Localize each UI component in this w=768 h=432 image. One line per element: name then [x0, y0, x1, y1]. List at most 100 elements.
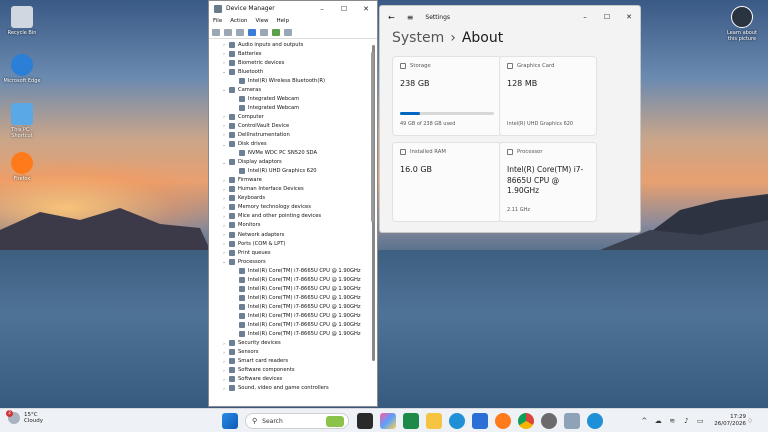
chrome-icon[interactable] — [518, 413, 534, 429]
device-category[interactable]: › Mice and other pointing devices — [209, 212, 369, 221]
wifi-icon[interactable]: ≋ — [668, 417, 676, 425]
menu-help[interactable]: Help — [277, 18, 290, 24]
device-item[interactable]: Intel(R) Core(TM) i7-8665U CPU @ 1.90GHz — [209, 275, 369, 284]
desktop-icon-learn-picture[interactable]: Learn about this picture — [722, 6, 762, 42]
task-view-icon[interactable] — [357, 413, 373, 429]
device-category[interactable]: › Sound, video and game controllers — [209, 384, 369, 393]
notifications-bell-icon[interactable]: ♢ — [746, 417, 754, 425]
device-item[interactable]: NVMe WDC PC SN520 SDA — [209, 149, 369, 158]
chevron-right-icon[interactable]: › — [221, 359, 227, 364]
help-icon[interactable] — [260, 28, 268, 36]
device-category[interactable]: › DellInstrumentation — [209, 130, 369, 139]
device-category[interactable]: › Audio inputs and outputs — [209, 40, 369, 49]
chevron-up-icon[interactable]: ^ — [640, 417, 648, 425]
device-item[interactable]: Intel(R) Wireless Bluetooth(R) — [209, 76, 369, 85]
device-manager-titlebar[interactable]: Device Manager – ☐ ✕ — [209, 1, 377, 16]
show-hide-console-tree-icon[interactable] — [236, 28, 244, 36]
device-item[interactable]: Intel(R) Core(TM) i7-8665U CPU @ 1.90GHz — [209, 266, 369, 275]
device-category[interactable]: › Computer — [209, 112, 369, 121]
device-category[interactable]: › Memory technology devices — [209, 203, 369, 212]
device-category[interactable]: › Print queues — [209, 248, 369, 257]
chevron-right-icon[interactable]: › — [221, 123, 227, 128]
chevron-right-icon[interactable]: › — [221, 51, 227, 56]
properties-icon[interactable] — [248, 28, 256, 36]
chevron-right-icon[interactable]: › — [221, 196, 227, 201]
device-category[interactable]: › Software devices — [209, 375, 369, 384]
device-category[interactable]: › Smart card readers — [209, 357, 369, 366]
device-category[interactable]: › Batteries — [209, 49, 369, 58]
menu-view[interactable]: View — [255, 18, 268, 24]
chevron-down-icon[interactable]: ⌄ — [221, 142, 227, 147]
maximize-button[interactable]: ☐ — [333, 5, 355, 13]
breadcrumb-system[interactable]: System — [392, 30, 444, 46]
chevron-down-icon[interactable]: ⌄ — [221, 69, 227, 74]
device-manager-window[interactable]: Device Manager – ☐ ✕ File Action View He… — [208, 0, 378, 407]
device-item[interactable]: Intel(R) Core(TM) i7-8665U CPU @ 1.90GHz — [209, 284, 369, 293]
desktop-icon-firefox[interactable]: Firefox — [2, 152, 42, 182]
device-manager-icon[interactable] — [564, 413, 580, 429]
minimize-button[interactable]: – — [311, 5, 333, 13]
chevron-right-icon[interactable]: › — [221, 205, 227, 210]
chevron-right-icon[interactable]: › — [221, 214, 227, 219]
device-category[interactable]: ⌄ Bluetooth — [209, 67, 369, 76]
device-category[interactable]: ⌄ Disk drives — [209, 140, 369, 149]
device-item[interactable]: Intel(R) Core(TM) i7-8665U CPU @ 1.90GHz — [209, 293, 369, 302]
processor-card[interactable]: Processor Intel(R) Core(TM) i7-8665U CPU… — [499, 142, 597, 222]
settings-gear-icon[interactable] — [541, 413, 557, 429]
device-category[interactable]: › Ports (COM & LPT) — [209, 239, 369, 248]
chevron-right-icon[interactable]: › — [221, 114, 227, 119]
chevron-right-icon[interactable]: › — [221, 132, 227, 137]
onedrive-icon[interactable]: ☁ — [654, 417, 662, 425]
device-category[interactable]: › Monitors — [209, 221, 369, 230]
chevron-right-icon[interactable]: › — [221, 187, 227, 192]
device-category[interactable]: ⌄ Cameras — [209, 85, 369, 94]
forward-arrow-icon[interactable] — [224, 28, 232, 36]
graphics-card[interactable]: Graphics Card 128 MB Intel(R) UHD Graphi… — [499, 56, 597, 136]
device-category[interactable]: › Keyboards — [209, 194, 369, 203]
maximize-button[interactable]: ☐ — [596, 13, 618, 21]
search-input[interactable]: ⚲ Search — [245, 413, 349, 429]
chevron-right-icon[interactable]: › — [221, 223, 227, 228]
chevron-right-icon[interactable]: › — [221, 42, 227, 47]
file-explorer-icon[interactable] — [426, 413, 442, 429]
chevron-down-icon[interactable]: ⌄ — [221, 87, 227, 92]
device-item[interactable]: Intel(R) Core(TM) i7-8665U CPU @ 1.90GHz — [209, 330, 369, 339]
chevron-down-icon[interactable]: ⌄ — [221, 259, 227, 264]
device-category[interactable]: › ControlVault Device — [209, 121, 369, 130]
settings-titlebar[interactable]: ← ≡ Settings – ☐ ✕ — [380, 6, 640, 28]
device-item[interactable]: Intel(R) Core(TM) i7-8665U CPU @ 1.90GHz — [209, 320, 369, 329]
desktop-icon-recycle-bin[interactable]: Recycle Bin — [2, 6, 42, 36]
device-category[interactable]: › Network adapters — [209, 230, 369, 239]
weather-widget[interactable]: 2 15°C Cloudy — [6, 410, 43, 424]
chevron-right-icon[interactable]: › — [221, 232, 227, 237]
device-category[interactable]: › Security devices — [209, 339, 369, 348]
desktop-icon-edge[interactable]: Microsoft Edge — [2, 54, 42, 84]
menu-file[interactable]: File — [213, 18, 222, 24]
device-item[interactable]: Intel(R) Core(TM) i7-8665U CPU @ 1.90GHz — [209, 311, 369, 320]
back-arrow-icon[interactable]: ← — [388, 13, 395, 22]
device-item[interactable]: Integrated Webcam — [209, 103, 369, 112]
update-driver-icon[interactable] — [272, 28, 280, 36]
back-arrow-icon[interactable] — [212, 28, 220, 36]
copilot-icon[interactable] — [380, 413, 396, 429]
device-item[interactable]: Intel(R) UHD Graphics 620 — [209, 167, 369, 176]
chevron-right-icon[interactable]: › — [221, 60, 227, 65]
device-category[interactable]: › Human Interface Devices — [209, 185, 369, 194]
start-windows-icon[interactable] — [222, 413, 238, 429]
device-item[interactable]: Integrated Webcam — [209, 94, 369, 103]
close-button[interactable]: ✕ — [355, 5, 377, 13]
menu-action[interactable]: Action — [230, 18, 247, 24]
device-category[interactable]: › Biometric devices — [209, 58, 369, 67]
app-icon[interactable] — [587, 413, 603, 429]
minimize-button[interactable]: – — [574, 13, 596, 21]
clock[interactable]: 17:29 26/07/2026 — [714, 414, 746, 428]
chevron-down-icon[interactable]: ⌄ — [221, 160, 227, 165]
settings-scrollbar[interactable] — [371, 52, 374, 222]
chevron-right-icon[interactable]: › — [221, 341, 227, 346]
chevron-right-icon[interactable]: › — [221, 250, 227, 255]
chevron-right-icon[interactable]: › — [221, 178, 227, 183]
hamburger-menu-icon[interactable]: ≡ — [407, 13, 414, 22]
store-icon[interactable] — [403, 413, 419, 429]
desktop-icon-this-pc[interactable]: This PC - Shortcut — [2, 103, 42, 139]
edge-icon[interactable] — [449, 413, 465, 429]
